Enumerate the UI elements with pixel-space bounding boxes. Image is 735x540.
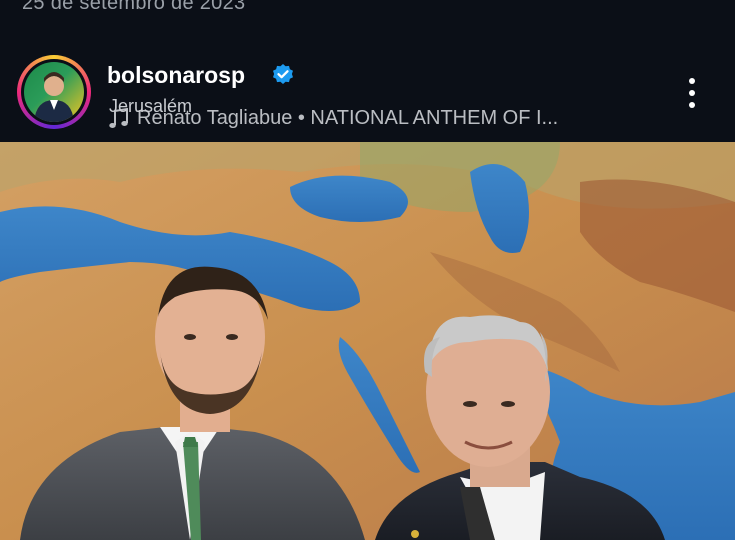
music-note-icon xyxy=(109,107,128,128)
more-options-icon[interactable] xyxy=(683,76,701,110)
post-date: 25 de setembro de 2023 xyxy=(22,0,246,14)
audio-label: Renato Tagliabue • NATIONAL ANTHEM OF I.… xyxy=(137,107,559,129)
post-photo[interactable] xyxy=(0,142,735,540)
photo-illustration xyxy=(0,142,735,540)
verified-badge-icon xyxy=(273,64,293,84)
post-header: bolsonarosp Jerusalém Renato Tagliabue •… xyxy=(0,52,735,140)
avatar[interactable] xyxy=(17,55,91,129)
audio-track[interactable]: Renato Tagliabue • NATIONAL ANTHEM OF I.… xyxy=(107,107,558,130)
username[interactable]: bolsonarosp xyxy=(107,62,245,89)
avatar-image xyxy=(24,62,84,122)
